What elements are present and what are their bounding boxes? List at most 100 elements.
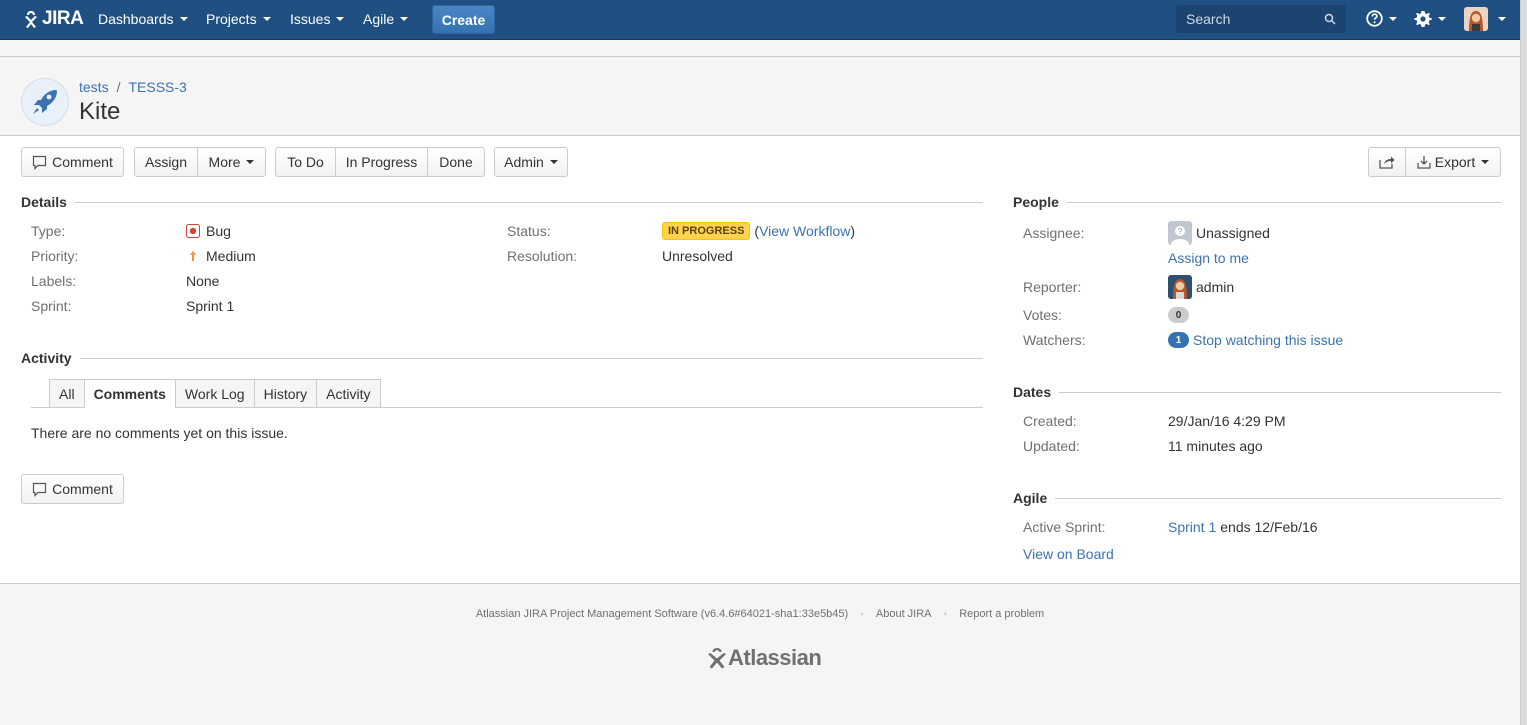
reporter-avatar[interactable] <box>1168 275 1192 299</box>
labels-label: Labels: <box>31 273 77 289</box>
view-on-board-link[interactable]: View on Board <box>1023 546 1114 562</box>
breadcrumb-issue-link[interactable]: TESSS-3 <box>128 79 186 95</box>
bug-icon <box>186 224 200 238</box>
settings-menu[interactable] <box>1414 10 1446 28</box>
sprint-link[interactable]: Sprint 1 <box>1168 519 1216 535</box>
reporter-value-text: admin <box>1196 279 1235 295</box>
share-button[interactable] <box>1369 148 1406 176</box>
tab-all[interactable]: All <box>49 379 84 408</box>
page-title: Kite <box>79 98 121 125</box>
svg-text:?: ? <box>1178 227 1183 236</box>
assignee-value: ? Unassigned <box>1168 221 1270 245</box>
labels-value: None <box>186 273 220 289</box>
footer-software-version: Atlassian JIRA Project Management Softwa… <box>475 608 849 620</box>
stop-watching-link[interactable]: Stop watching this issue <box>1193 332 1343 348</box>
nav-projects[interactable]: Projects <box>206 11 271 27</box>
created-label: Created: <box>1023 413 1077 429</box>
activity-tabs: All Comments Work Log History Activity <box>49 379 381 408</box>
chevron-down-icon <box>336 17 345 21</box>
nav-agile[interactable]: Agile <box>363 11 409 27</box>
search-input[interactable]: Search <box>1176 5 1346 33</box>
user-menu[interactable] <box>1464 7 1506 31</box>
project-avatar[interactable] <box>21 78 69 126</box>
comment-bottom-button[interactable]: Comment <box>21 474 124 504</box>
user-avatar <box>1464 7 1488 31</box>
assignee-label: Assignee: <box>1023 225 1085 241</box>
tab-activity[interactable]: Activity <box>316 379 381 408</box>
nav-issues[interactable]: Issues <box>290 11 345 27</box>
votes-count-badge: 0 <box>1168 307 1189 323</box>
breadcrumb-project-link[interactable]: tests <box>79 79 109 95</box>
activity-heading: Activity <box>21 350 983 366</box>
comment-button-label: Comment <box>52 154 113 170</box>
issue-header: tests / TESSS-3 Kite <box>0 56 1520 136</box>
todo-button[interactable]: To Do <box>276 148 336 176</box>
divider <box>1059 391 1501 393</box>
type-value: Bug <box>186 223 231 239</box>
done-button[interactable]: Done <box>428 148 484 176</box>
in-progress-button[interactable]: In Progress <box>336 148 428 176</box>
unassigned-avatar: ? <box>1168 221 1192 245</box>
share-icon <box>1379 156 1395 169</box>
active-sprint-value: Sprint 1 ends 12/Feb/16 <box>1168 519 1318 535</box>
export-button[interactable]: Export <box>1406 148 1500 176</box>
help-menu[interactable] <box>1366 10 1397 27</box>
priority-label: Priority: <box>31 248 79 264</box>
priority-value-text: Medium <box>206 248 256 264</box>
chevron-down-icon <box>1481 160 1490 164</box>
assign-more-group: Assign More <box>134 147 266 177</box>
nav-dashboards-label: Dashboards <box>98 11 174 27</box>
about-jira-link[interactable]: About JIRA <box>876 608 932 620</box>
priority-value: Medium <box>186 248 256 264</box>
status-badge: IN PROGRESS <box>662 222 751 240</box>
help-icon <box>1366 10 1383 27</box>
workflow-transitions-group: To Do In Progress Done <box>275 147 485 177</box>
tab-comments[interactable]: Comments <box>83 379 175 408</box>
tab-history[interactable]: History <box>253 379 317 408</box>
chevron-down-icon <box>1438 17 1446 21</box>
issue-main: Comment Assign More To Do In Progress Do… <box>0 136 1520 584</box>
assign-button[interactable]: Assign <box>135 148 198 176</box>
comment-icon <box>33 482 47 497</box>
logo-text: JIRA <box>42 8 84 29</box>
paren-close: ) <box>850 223 856 239</box>
scrollbar-edge <box>1520 0 1527 725</box>
comment-icon <box>33 155 47 170</box>
watchers-count-badge[interactable]: 1 <box>1168 332 1189 348</box>
jira-logo-icon <box>25 11 37 28</box>
assign-to-me-link[interactable]: Assign to me <box>1168 250 1249 266</box>
activity-heading-text: Activity <box>21 350 72 366</box>
agile-heading: Agile <box>1013 490 1501 506</box>
votes-value[interactable]: 0 <box>1168 307 1193 323</box>
priority-medium-icon <box>190 251 196 261</box>
search-placeholder: Search <box>1186 11 1231 27</box>
no-comments-message: There are no comments yet on this issue. <box>31 425 288 441</box>
divider <box>74 201 983 203</box>
export-button-label: Export <box>1434 154 1476 170</box>
active-sprint-label: Active Sprint: <box>1023 519 1106 535</box>
chevron-down-icon <box>262 17 271 21</box>
type-label: Type: <box>31 223 66 239</box>
updated-label: Updated: <box>1023 438 1080 454</box>
admin-button[interactable]: Admin <box>494 147 568 177</box>
more-button[interactable]: More <box>198 148 265 176</box>
search-icon <box>1324 13 1336 25</box>
divider <box>79 357 983 359</box>
view-workflow-link[interactable]: View Workflow <box>759 223 850 239</box>
nav-agile-label: Agile <box>363 11 395 27</box>
atlassian-logo-icon <box>708 648 726 669</box>
breadcrumb-separator: / <box>116 79 121 95</box>
nav-dashboards[interactable]: Dashboards <box>98 11 188 27</box>
jira-logo[interactable]: JIRA <box>22 8 84 30</box>
resolution-label: Resolution: <box>507 248 578 264</box>
top-navigation: JIRA Dashboards Projects Issues Agile Cr… <box>0 0 1520 40</box>
comment-button[interactable]: Comment <box>21 147 124 177</box>
admin-button-label: Admin <box>504 154 544 170</box>
details-heading-text: Details <box>21 194 67 210</box>
watchers-label: Watchers: <box>1023 332 1086 348</box>
atlassian-logo[interactable]: Atlassian <box>706 645 822 671</box>
tab-work-log[interactable]: Work Log <box>174 379 254 408</box>
create-button[interactable]: Create <box>432 5 495 34</box>
assignee-value-text: Unassigned <box>1196 225 1270 241</box>
report-problem-link[interactable]: Report a problem <box>959 608 1044 620</box>
